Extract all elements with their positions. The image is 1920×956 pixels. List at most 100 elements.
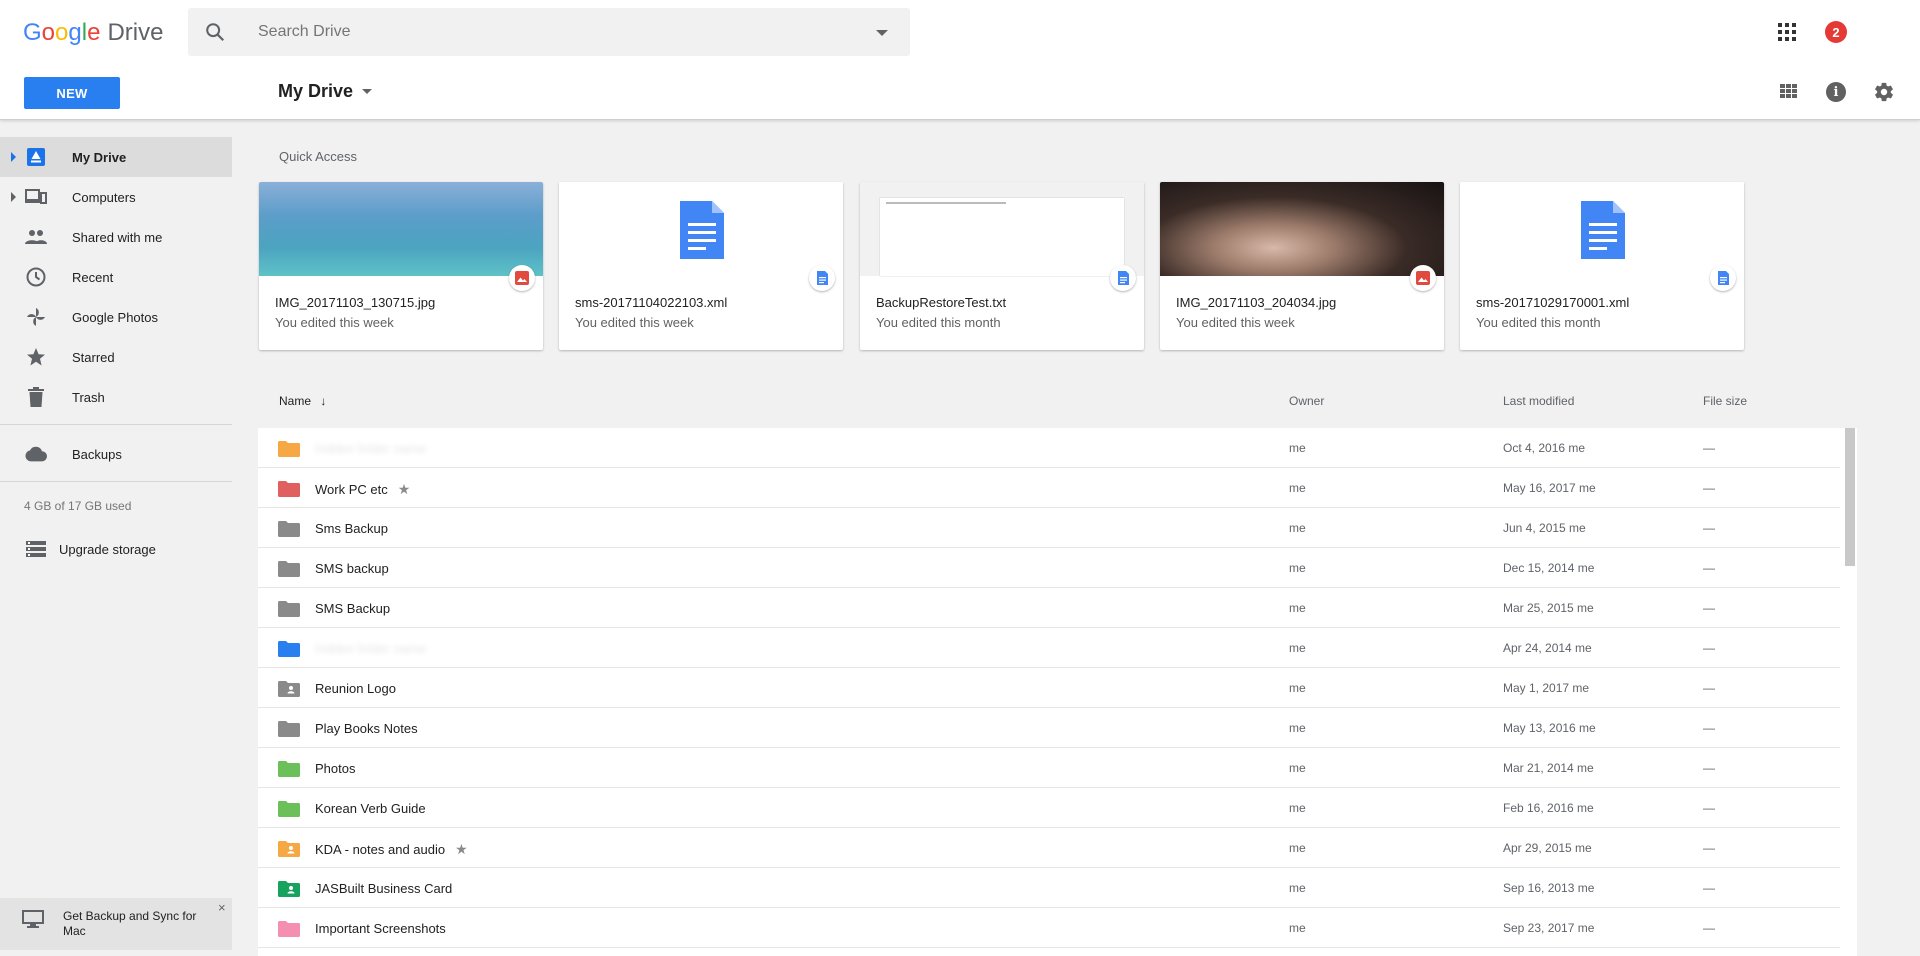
column-header-owner[interactable]: Owner bbox=[1289, 394, 1324, 408]
sidebar-item-label: Backups bbox=[72, 446, 122, 462]
search-icon[interactable] bbox=[204, 21, 226, 43]
star-icon: ★ bbox=[455, 841, 468, 857]
file-size-cell: — bbox=[1703, 841, 1715, 855]
expand-arrow-icon[interactable] bbox=[11, 192, 16, 202]
backup-sync-promo[interactable]: Get Backup and Sync for Mac × bbox=[0, 898, 232, 950]
file-size-cell: — bbox=[1703, 641, 1715, 655]
shared-icon bbox=[25, 226, 47, 248]
table-row[interactable]: Play Books Notes me May 13, 2016 me — bbox=[258, 708, 1840, 748]
document-type-icon bbox=[1710, 265, 1736, 291]
file-name: JASBuilt Business Card bbox=[315, 881, 453, 896]
table-row[interactable]: KDA - notes and audio ★ me Apr 29, 2015 me — bbox=[258, 828, 1840, 868]
gear-icon[interactable] bbox=[1873, 81, 1895, 103]
info-icon[interactable]: i bbox=[1826, 82, 1846, 102]
logo-letter: g bbox=[68, 19, 82, 46]
owner-cell: me bbox=[1289, 601, 1306, 615]
table-row[interactable]: Work PC etc ★ me May 16, 2017 me — bbox=[258, 468, 1840, 508]
new-button[interactable]: NEW bbox=[24, 77, 120, 109]
notification-badge[interactable]: 2 bbox=[1825, 21, 1847, 43]
document-thumbnail bbox=[1460, 182, 1744, 276]
sidebar-item-backups[interactable]: Backups bbox=[0, 434, 232, 474]
last-modified-cell: Mar 25, 2015 me bbox=[1503, 601, 1594, 615]
folder-icon bbox=[278, 721, 300, 737]
photos-icon bbox=[25, 306, 47, 328]
file-name-cell: Play Books Notes bbox=[315, 721, 418, 736]
image-type-icon bbox=[1410, 265, 1436, 291]
column-header-name[interactable]: Name ↓ bbox=[279, 394, 326, 408]
sidebar-item-my-drive[interactable]: My Drive bbox=[0, 137, 232, 177]
file-activity: You edited this week bbox=[575, 315, 694, 330]
document-type-icon bbox=[1110, 265, 1136, 291]
folder-icon bbox=[278, 601, 300, 617]
sidebar-item-google-photos[interactable]: Google Photos bbox=[0, 297, 232, 337]
table-row[interactable]: Reunion Logo me May 1, 2017 me — bbox=[258, 668, 1840, 708]
my-drive-menu[interactable]: My Drive bbox=[278, 81, 373, 102]
table-row[interactable]: JASBuilt Business Card me Sep 16, 2013 me — bbox=[258, 868, 1840, 908]
google-drive-logo[interactable]: Google Drive bbox=[23, 19, 163, 49]
search-box bbox=[188, 8, 910, 56]
sidebar-item-trash[interactable]: Trash bbox=[0, 377, 232, 417]
close-icon[interactable]: × bbox=[218, 900, 226, 915]
file-size-cell: — bbox=[1703, 681, 1715, 695]
last-modified-cell: Feb 16, 2016 me bbox=[1503, 801, 1594, 815]
scrollbar[interactable] bbox=[1845, 428, 1855, 566]
search-input[interactable] bbox=[258, 20, 818, 44]
owner-cell: me bbox=[1289, 641, 1306, 655]
page-title: My Drive bbox=[278, 81, 354, 101]
file-name: SMS Backup bbox=[315, 601, 391, 616]
table-row[interactable]: Sms Backup me Jun 4, 2015 me — bbox=[258, 508, 1840, 548]
sidebar-item-starred[interactable]: Starred bbox=[0, 337, 232, 377]
sidebar-divider bbox=[0, 424, 232, 425]
apps-grid-icon[interactable] bbox=[1778, 23, 1796, 41]
expand-arrow-icon[interactable] bbox=[11, 152, 16, 162]
sidebar-item-label: Recent bbox=[72, 269, 114, 285]
last-modified-cell: May 1, 2017 me bbox=[1503, 681, 1590, 695]
table-row[interactable]: hidden folder name me Apr 24, 2014 me — bbox=[258, 628, 1840, 668]
file-activity: You edited this week bbox=[1176, 315, 1295, 330]
logo-letter: G bbox=[23, 19, 42, 46]
last-modified-cell: Sep 16, 2013 me bbox=[1503, 881, 1595, 895]
file-name: Work PC etc bbox=[315, 482, 388, 497]
quick-access-card[interactable]: sms-20171029170001.xml You edited this m… bbox=[1460, 182, 1744, 350]
storage-usage: 4 GB of 17 GB used bbox=[24, 499, 132, 513]
computers-icon bbox=[25, 186, 47, 208]
quick-access-card[interactable]: IMG_20171103_204034.jpg You edited this … bbox=[1160, 182, 1444, 350]
sort-arrow-icon[interactable]: ↓ bbox=[320, 394, 326, 408]
upgrade-storage-link[interactable]: Upgrade storage bbox=[0, 533, 232, 565]
sidebar-item-recent[interactable]: Recent bbox=[0, 257, 232, 297]
column-header-last-modified[interactable]: Last modified bbox=[1503, 394, 1574, 408]
file-name-cell: Korean Verb Guide bbox=[315, 801, 426, 816]
quick-access-card[interactable]: IMG_20171103_130715.jpg You edited this … bbox=[259, 182, 543, 350]
table-row[interactable]: Important Screenshots me Sep 23, 2017 me — bbox=[258, 908, 1840, 948]
folder-icon bbox=[278, 481, 300, 497]
owner-cell: me bbox=[1289, 841, 1306, 855]
quick-access-card[interactable]: sms-20171104022103.xml You edited this w… bbox=[559, 182, 843, 350]
file-name: Photos bbox=[315, 761, 356, 776]
document-thumbnail bbox=[559, 182, 843, 276]
sidebar-item-computers[interactable]: Computers bbox=[0, 177, 232, 217]
table-row[interactable]: SMS backup me Dec 15, 2014 me — bbox=[258, 548, 1840, 588]
column-header-file-size[interactable]: File size bbox=[1703, 394, 1747, 408]
file-activity: You edited this month bbox=[876, 315, 1001, 330]
file-size-cell: — bbox=[1703, 881, 1715, 895]
table-row[interactable]: Photos me Mar 21, 2014 me — bbox=[258, 748, 1840, 788]
file-name: IMG_20171103_204034.jpg bbox=[1176, 295, 1337, 310]
table-row[interactable]: Korean Verb Guide me Feb 16, 2016 me — bbox=[258, 788, 1840, 828]
folder-icon bbox=[278, 561, 300, 577]
owner-cell: me bbox=[1289, 801, 1306, 815]
file-name-cell: hidden folder name bbox=[315, 441, 426, 456]
grid-view-icon[interactable] bbox=[1780, 84, 1797, 100]
promo-text: Get Backup and Sync for Mac bbox=[63, 909, 197, 938]
file-size-cell: — bbox=[1703, 761, 1715, 775]
search-options-dropdown-icon[interactable] bbox=[876, 30, 888, 36]
last-modified-cell: Mar 21, 2014 me bbox=[1503, 761, 1594, 775]
table-row[interactable]: hidden folder name me Oct 4, 2016 me — bbox=[258, 428, 1840, 468]
quick-access-card[interactable]: BackupRestoreTest.txt You edited this mo… bbox=[860, 182, 1144, 350]
text-file-thumbnail bbox=[860, 182, 1144, 276]
sidebar-item-shared-with-me[interactable]: Shared with me bbox=[0, 217, 232, 257]
file-name-cell: hidden folder name bbox=[315, 641, 426, 656]
table-row[interactable]: SMS Backup me Mar 25, 2015 me — bbox=[258, 588, 1840, 628]
file-name: SMS backup bbox=[315, 561, 389, 576]
file-name: sms-20171104022103.xml bbox=[575, 295, 728, 310]
file-name: Reunion Logo bbox=[315, 681, 396, 696]
